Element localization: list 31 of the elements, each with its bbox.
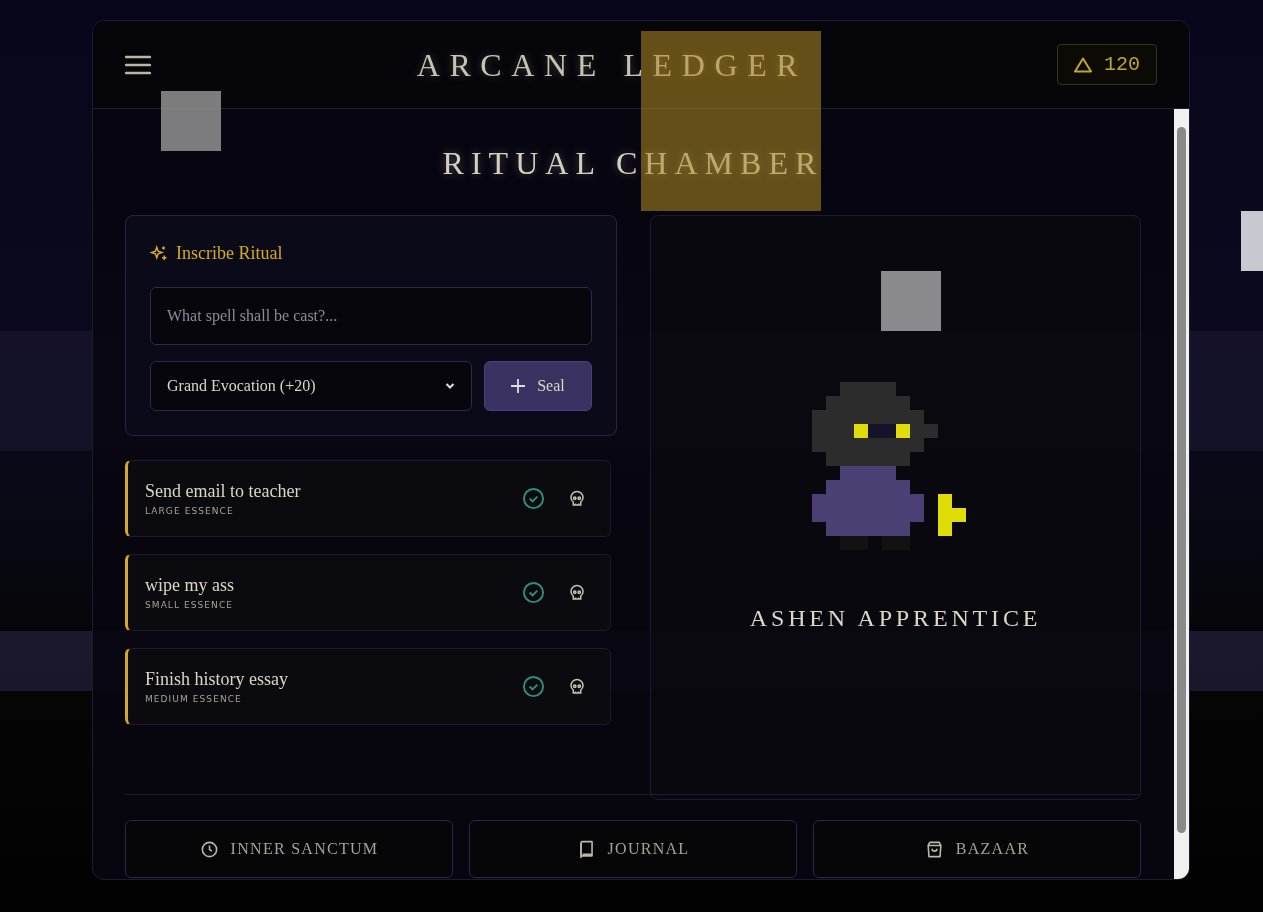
skull-icon[interactable] (568, 677, 586, 696)
tier-select[interactable]: Grand Evocation (+20) (150, 361, 472, 411)
quest-title: Send email to teacher (145, 479, 301, 503)
quest-title: Finish history essay (145, 667, 288, 691)
sparkles-icon (150, 244, 168, 263)
form-heading: Inscribe Ritual (176, 242, 283, 265)
seal-button[interactable]: Seal (484, 361, 592, 411)
check-circle-icon[interactable] (522, 487, 545, 510)
check-circle-icon[interactable] (522, 675, 545, 698)
skull-icon[interactable] (568, 583, 586, 602)
check-circle-icon[interactable] (522, 581, 545, 604)
currency-amount: 120 (1104, 51, 1140, 78)
nav-button[interactable]: JOURNAL (469, 820, 797, 878)
triangle-icon (1074, 56, 1092, 73)
chevron-icon (445, 382, 455, 390)
skull-icon[interactable] (568, 489, 586, 508)
menu-icon[interactable] (125, 54, 151, 75)
quest-essence: LARGE ESSENCE (145, 504, 235, 518)
plus-icon (511, 379, 526, 393)
clock-icon (199, 839, 219, 859)
quest-essence: MEDIUM ESSENCE (145, 692, 243, 706)
quest-essence: SMALL ESSENCE (145, 598, 234, 612)
character-name: ASHEN APPRENTICE (749, 604, 1042, 633)
nav-button[interactable]: INNER SANCTUM (125, 820, 453, 878)
spell-input[interactable]: What spell shall be cast?... (150, 287, 592, 345)
floating-square (161, 91, 221, 151)
scrollbar[interactable] (1174, 109, 1189, 879)
floating-square (881, 271, 941, 331)
nav-button[interactable]: BAZAAR (813, 820, 1141, 878)
quest-title: wipe my ass (145, 573, 234, 597)
bag-icon (924, 839, 944, 859)
